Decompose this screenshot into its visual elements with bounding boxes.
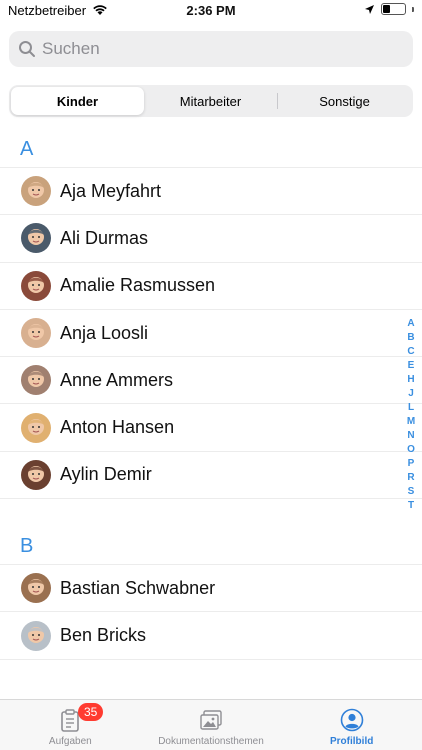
person-row[interactable]: Aja Meyfahrt — [0, 168, 422, 216]
search-input[interactable] — [42, 39, 392, 59]
person-name: Anne Ammers — [60, 369, 174, 390]
person-row[interactable]: Anne Ammers — [0, 357, 422, 405]
index-letter-r[interactable]: R — [407, 471, 414, 485]
person-name: Ben Bricks — [60, 625, 147, 646]
status-time: 2:36 PM — [186, 3, 236, 18]
index-letter-t[interactable]: T — [408, 499, 414, 513]
section-header: B — [0, 521, 422, 566]
battery-fill — [383, 5, 390, 13]
person-name: Ali Durmas — [60, 227, 149, 248]
person-name: Aja Meyfahrt — [60, 180, 162, 201]
person-name: Amalie Rasmussen — [60, 275, 216, 296]
search-icon — [19, 41, 35, 57]
index-letter-h[interactable]: H — [407, 373, 414, 387]
avatar — [21, 412, 51, 443]
tab-aufgaben[interactable]: 35 Aufgaben — [0, 700, 141, 750]
segment-sonstige[interactable]: Sonstige — [278, 87, 411, 115]
profile-icon — [340, 708, 363, 732]
location-arrow-icon — [365, 4, 374, 14]
index-letter-l[interactable]: L — [408, 401, 414, 415]
person-row[interactable]: Ali Durmas — [0, 215, 422, 263]
segment-kinder[interactable]: Kinder — [11, 87, 144, 115]
tasks-badge: 35 — [78, 703, 104, 721]
search-bar[interactable] — [9, 31, 413, 67]
person-name: Aylin Demir — [60, 464, 152, 485]
avatar — [21, 318, 51, 349]
avatar — [21, 365, 51, 396]
index-letter-o[interactable]: O — [407, 443, 415, 457]
battery-icon — [381, 3, 406, 15]
avatar — [21, 223, 51, 254]
index-letter-s[interactable]: S — [408, 485, 415, 499]
person-row[interactable]: Bastian Schwabner — [0, 565, 422, 613]
section-index-bar[interactable]: ABCEHJLMNOPRST — [405, 317, 417, 513]
person-row[interactable]: Ben Bricks — [0, 612, 422, 660]
avatar — [21, 620, 51, 651]
person-name: Bastian Schwabner — [60, 577, 216, 598]
tab-profilbild[interactable]: Profilbild — [281, 700, 422, 750]
tab-label: Dokumentationsthemen — [158, 736, 264, 747]
index-letter-a[interactable]: A — [407, 317, 414, 331]
person-name: Anton Hansen — [60, 417, 175, 438]
avatar — [21, 270, 51, 301]
index-letter-n[interactable]: N — [407, 429, 414, 443]
person-name: Anja Loosli — [60, 322, 149, 343]
index-letter-b[interactable]: B — [407, 331, 414, 345]
segment-mitarbeiter[interactable]: Mitarbeiter — [144, 87, 277, 115]
people-list: A Aja Meyfahrt Ali Durmas Amalie Rasmussen A… — [0, 124, 422, 726]
avatar — [21, 459, 51, 490]
index-letter-j[interactable]: J — [408, 387, 414, 401]
battery-tip — [412, 6, 414, 12]
index-letter-m[interactable]: M — [407, 415, 415, 429]
status-bar: Netzbetreiber 2:36 PM — [0, 0, 422, 22]
index-letter-c[interactable]: C — [407, 345, 414, 359]
index-letter-e[interactable]: E — [408, 359, 415, 373]
index-letter-p[interactable]: P — [408, 457, 415, 471]
tab-bar: 35 Aufgaben Dokumentationsthemen Profilb… — [0, 699, 422, 750]
avatar — [21, 573, 51, 604]
photos-icon — [200, 710, 222, 730]
tab-dokumentationsthemen[interactable]: Dokumentationsthemen — [141, 700, 282, 750]
person-row[interactable]: Aylin Demir — [0, 452, 422, 500]
tab-label: Aufgaben — [48, 736, 92, 747]
person-row[interactable]: Amalie Rasmussen — [0, 263, 422, 310]
person-row[interactable]: Anja Loosli — [0, 310, 422, 358]
avatar — [21, 176, 51, 207]
section-header: A — [0, 124, 422, 168]
category-segmented-control: Kinder Mitarbeiter Sonstige — [9, 85, 413, 117]
tab-label: Profilbild — [330, 736, 374, 747]
person-row[interactable]: Anton Hansen — [0, 404, 422, 452]
